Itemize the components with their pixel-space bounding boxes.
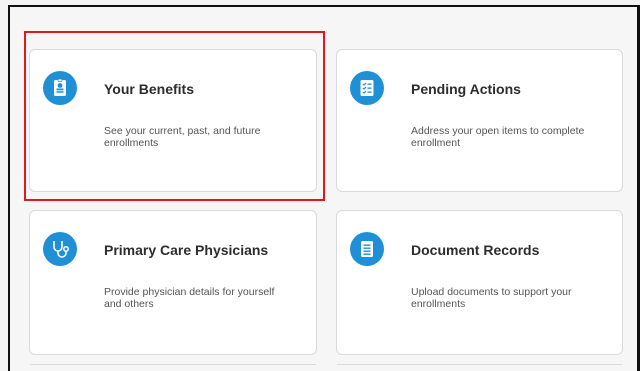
id-badge-icon xyxy=(43,71,77,105)
tile-your-benefits[interactable]: Your Benefits See your current, past, an… xyxy=(29,49,317,192)
document-icon xyxy=(350,232,384,266)
content-area: Your Benefits See your current, past, an… xyxy=(10,7,637,371)
tile-title: Pending Actions xyxy=(411,81,521,97)
window-border-left xyxy=(8,5,10,371)
tile-title: Document Records xyxy=(411,242,540,258)
tile-document-records[interactable]: Document Records Upload documents to sup… xyxy=(336,210,623,355)
tile-primary-care-physicians[interactable]: Primary Care Physicians Provide physicia… xyxy=(29,210,317,355)
tile-description: Address your open items to complete enro… xyxy=(411,125,585,149)
tile-title: Your Benefits xyxy=(104,81,194,97)
tile-description: See your current, past, and future enrol… xyxy=(104,125,261,149)
tile-edge-right xyxy=(337,364,622,365)
screenshot-frame: Your Benefits See your current, past, an… xyxy=(0,0,640,371)
window-border-top xyxy=(8,5,640,7)
tile-description: Upload documents to support your enrollm… xyxy=(411,286,572,310)
tile-edge-left xyxy=(30,364,316,365)
stethoscope-icon xyxy=(43,232,77,266)
tile-title: Primary Care Physicians xyxy=(104,242,269,258)
tile-description: Provide physician details for yourself a… xyxy=(104,286,275,310)
tile-pending-actions[interactable]: Pending Actions Address your open items … xyxy=(336,49,623,192)
checklist-icon xyxy=(350,71,384,105)
